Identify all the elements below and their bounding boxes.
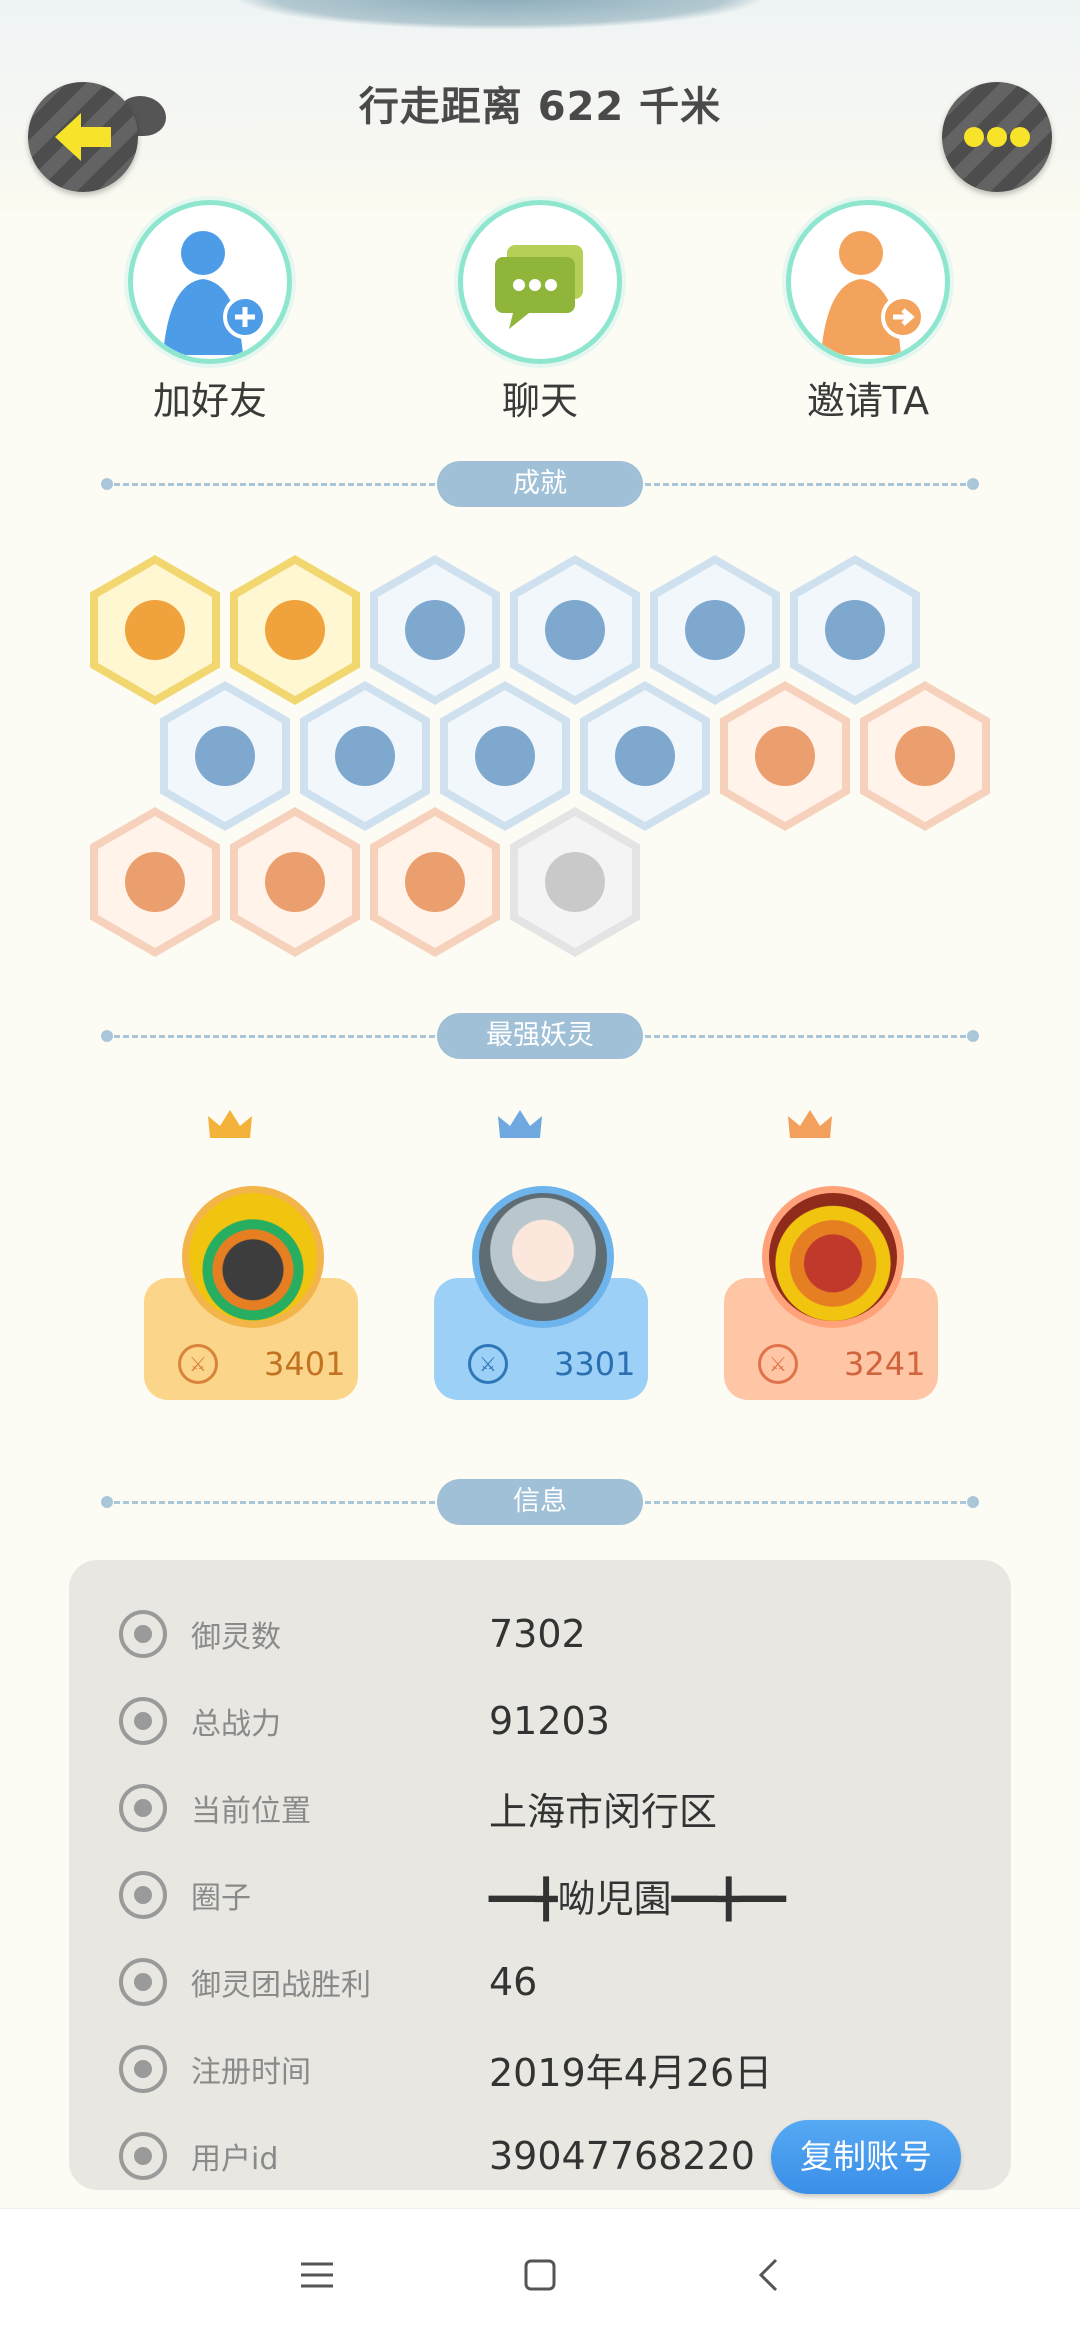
chat-label: 聊天 [501, 379, 578, 423]
info-value: 46 [489, 1960, 538, 2004]
add-friend-button[interactable]: 加好友 [110, 200, 310, 425]
power-icon: ⚔ [178, 1344, 218, 1384]
invite-label: 邀请TA [806, 379, 930, 423]
home-button[interactable] [510, 2249, 570, 2301]
top-banner: 行走距离 622 千米 [0, 0, 1080, 210]
achievement-badges [0, 555, 1080, 975]
achievement-badge[interactable] [370, 555, 500, 705]
spirit-portrait [762, 1186, 904, 1328]
achievement-badge-locked[interactable] [510, 807, 640, 957]
info-value: 91203 [489, 1699, 610, 1743]
achievement-badge[interactable] [510, 555, 640, 705]
home-square-icon [524, 2259, 556, 2291]
clock-icon [119, 2045, 167, 2093]
achievement-badge[interactable] [860, 681, 990, 831]
info-value: 39047768220 [489, 2134, 755, 2178]
achievement-badge[interactable] [650, 555, 780, 705]
info-divider: 信息 [101, 1479, 979, 1525]
achievement-badge[interactable] [90, 555, 220, 705]
info-value: 7302 [489, 1612, 586, 1656]
spirit-card[interactable]: ⚔ 3401 [144, 1100, 358, 1400]
back-nav-button[interactable] [738, 2249, 798, 2301]
strongest-title: 最强妖灵 [437, 1013, 643, 1059]
info-row-register-time: 注册时间 2019年4月26日 [69, 2039, 1011, 2099]
spirit-portrait [472, 1186, 614, 1328]
info-label: 当前位置 [191, 1794, 311, 1829]
system-nav-bar [0, 2208, 1080, 2340]
spirit-power: 3301 [554, 1345, 636, 1383]
info-row-user-id: 用户id 39047768220 复制账号 [69, 2120, 1011, 2194]
chevron-left-icon [758, 2258, 778, 2292]
arrow-left-icon [55, 113, 111, 161]
crown-icon [788, 1110, 832, 1138]
more-dots-icon [964, 127, 1030, 147]
back-button[interactable] [28, 82, 138, 192]
achievements-title: 成就 [437, 461, 643, 507]
banner-artwork [230, 0, 770, 30]
circle-icon [119, 1871, 167, 1919]
info-label: 用户id [191, 2142, 279, 2177]
chat-icon [458, 200, 622, 364]
add-friend-label: 加好友 [152, 379, 267, 423]
spirit-power: 3401 [264, 1345, 346, 1383]
info-label: 圈子 [191, 1881, 251, 1916]
info-row-team-wins: 御灵团战胜利 46 [69, 1952, 1011, 2012]
id-card-icon [119, 2132, 167, 2180]
achievement-badge[interactable] [580, 681, 710, 831]
crown-icon [208, 1110, 252, 1138]
info-label: 总战力 [191, 1707, 281, 1742]
achievement-badge[interactable] [90, 807, 220, 957]
strongest-divider: 最强妖灵 [101, 1013, 979, 1059]
info-panel: 御灵数 7302 总战力 91203 当前位置 上海市闵行区 圈子 ━━╋呦児園… [69, 1560, 1011, 2194]
info-label: 注册时间 [191, 2055, 311, 2090]
spirit-portrait [182, 1186, 324, 1328]
power-icon: ⚔ [758, 1344, 798, 1384]
power-icon: ⚔ [468, 1344, 508, 1384]
strongest-spirits: ⚔ 3401 ⚔ 3301 ⚔ 3241 [0, 1100, 1080, 1420]
crown-icon [498, 1110, 542, 1138]
info-row-location: 当前位置 上海市闵行区 [69, 1778, 1011, 1838]
menu-icon [301, 2262, 333, 2288]
info-value: 2019年4月26日 [489, 2050, 773, 2095]
info-value[interactable]: ━━╋呦児園━━╋━━ [489, 1868, 786, 1923]
info-title: 信息 [437, 1479, 643, 1525]
copy-account-button[interactable]: 复制账号 [771, 2120, 961, 2194]
achievement-badge[interactable] [300, 681, 430, 831]
spirit-power: 3241 [844, 1345, 926, 1383]
achievement-badge[interactable] [230, 555, 360, 705]
add-friend-icon [128, 200, 292, 364]
achievement-badge[interactable] [720, 681, 850, 831]
invite-button[interactable]: 邀请TA [768, 200, 968, 425]
achievement-badge[interactable] [230, 807, 360, 957]
trophy-icon [119, 1958, 167, 2006]
info-value: 上海市闵行区 [489, 1789, 718, 1834]
profile-actions: 加好友 聊天 邀请TA [0, 200, 1080, 430]
more-button[interactable] [942, 82, 1052, 192]
info-label: 御灵数 [191, 1620, 281, 1655]
achievement-badge[interactable] [160, 681, 290, 831]
info-row-circle: 圈子 ━━╋呦児園━━╋━━ [69, 1865, 1011, 1925]
info-row-total-power: 总战力 91203 [69, 1691, 1011, 1751]
spirit-card[interactable]: ⚔ 3301 [434, 1100, 648, 1400]
info-row-spirits-count: 御灵数 7302 [69, 1604, 1011, 1664]
achievement-badge[interactable] [790, 555, 920, 705]
info-label: 御灵团战胜利 [191, 1968, 371, 2003]
power-icon [119, 1697, 167, 1745]
achievement-badge[interactable] [370, 807, 500, 957]
achievement-badge[interactable] [440, 681, 570, 831]
achievements-divider: 成就 [101, 461, 979, 507]
spirit-card[interactable]: ⚔ 3241 [724, 1100, 938, 1400]
menu-button[interactable] [287, 2249, 347, 2301]
spirit-count-icon [119, 1610, 167, 1658]
chat-button[interactable]: 聊天 [440, 200, 640, 425]
invite-icon [786, 200, 950, 364]
location-pin-icon [119, 1784, 167, 1832]
